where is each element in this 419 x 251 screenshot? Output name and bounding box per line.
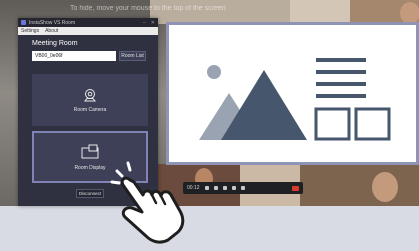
display-icon [81, 144, 99, 158]
video-tile [290, 0, 350, 24]
menu-bar: Settings About [18, 27, 158, 35]
room-id-input[interactable] [32, 51, 116, 61]
camera-toggle-icon[interactable] [213, 186, 218, 190]
menu-settings[interactable]: Settings [21, 28, 39, 34]
more-icon[interactable] [240, 186, 245, 190]
pointing-hand-icon [110, 161, 185, 244]
video-tile [150, 0, 290, 24]
screen-share-notification: To hide, move your mouse to the top of t… [70, 5, 226, 12]
mic-icon[interactable] [204, 186, 209, 190]
room-list-button[interactable]: Room List [119, 51, 146, 61]
title-bar: InstaShow VS Room – ✕ [18, 18, 158, 27]
share-icon[interactable] [222, 186, 227, 190]
minimize-icon[interactable]: – [143, 20, 146, 26]
chat-icon[interactable] [231, 186, 236, 190]
video-tile [300, 164, 419, 206]
app-icon [21, 20, 26, 25]
participant-face [372, 172, 398, 202]
disconnect-button[interactable]: Disconnect [76, 189, 104, 198]
menu-about[interactable]: About [45, 28, 58, 34]
room-title: Meeting Room [32, 40, 78, 47]
room-display-label: Room Display [74, 164, 106, 171]
image-placeholder-icon [199, 58, 391, 141]
camera-icon [83, 88, 97, 101]
meeting-timer: 00:12 [187, 185, 200, 191]
end-call-button[interactable] [292, 185, 299, 191]
room-display-illustration [166, 22, 419, 165]
room-camera-label: Room Camera [73, 106, 107, 113]
window-title: InstaShow VS Room [29, 19, 76, 26]
room-camera-card[interactable]: Room Camera [32, 74, 148, 126]
meeting-toolbar[interactable]: 00:12 [183, 182, 303, 194]
participant-face [400, 2, 419, 24]
close-icon[interactable]: ✕ [151, 20, 155, 26]
